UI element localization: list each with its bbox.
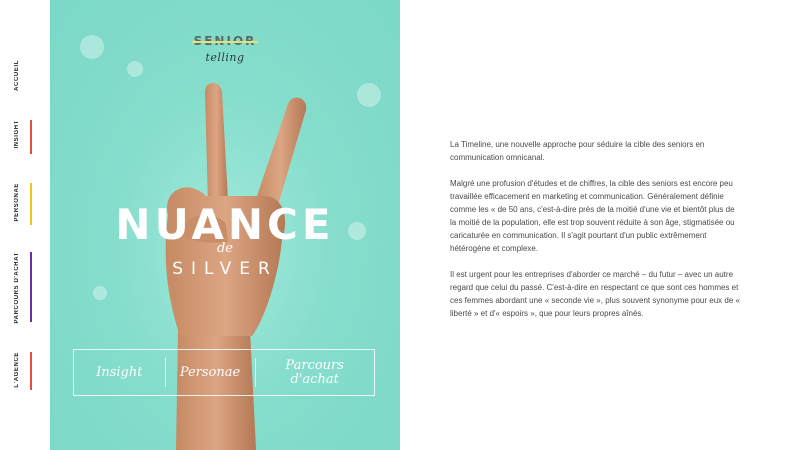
nav-color-bar <box>30 120 32 154</box>
nav-item-label: ACCUEIL <box>14 60 20 91</box>
nav-item-agence[interactable]: L'AGENCE <box>14 352 36 390</box>
nav-item-label: L'AGENCE <box>14 352 20 388</box>
intro-paragraph: Il est urgent pour les entreprises d'abo… <box>450 270 740 318</box>
hero-menu: Insight Personae Parcours d'achat <box>73 349 375 396</box>
hero-title-connector: de <box>216 241 233 256</box>
nav-item-personae[interactable]: PERSONAE <box>14 183 36 225</box>
nav-item-parcours-achat[interactable]: PARCOURS D'ACHAT <box>14 252 36 324</box>
nav-item-insight[interactable]: INSIGHT <box>14 120 36 154</box>
nav-item-label: INSIGHT <box>14 120 20 149</box>
menu-link-insight[interactable]: Insight <box>74 350 165 395</box>
nav-item-accueil[interactable]: ACCUEIL <box>14 60 36 100</box>
intro-paragraph: Malgré une profusion d'études et de chif… <box>450 179 735 253</box>
menu-link-personae[interactable]: Personae <box>164 350 256 395</box>
intro-paragraph: La Timeline, une nouvelle approche pour … <box>450 140 705 162</box>
menu-link-parcours-achat[interactable]: Parcours d'achat <box>255 350 374 395</box>
nav-item-label: PARCOURS D'ACHAT <box>14 252 20 324</box>
nav-color-bar <box>30 252 32 322</box>
nav-color-bar <box>30 352 32 390</box>
nav-item-label: PERSONAE <box>14 183 20 222</box>
hero-panel: SENIOR telling NUANCE de SILVER Insight … <box>50 0 400 450</box>
side-navigation: ACCUEIL INSIGHT PERSONAE PARCOURS D'ACHA… <box>0 0 50 450</box>
hero-subtitle: SILVER <box>172 259 278 279</box>
nav-color-bar <box>30 183 32 225</box>
intro-text: La Timeline, une nouvelle approche pour … <box>450 138 742 333</box>
